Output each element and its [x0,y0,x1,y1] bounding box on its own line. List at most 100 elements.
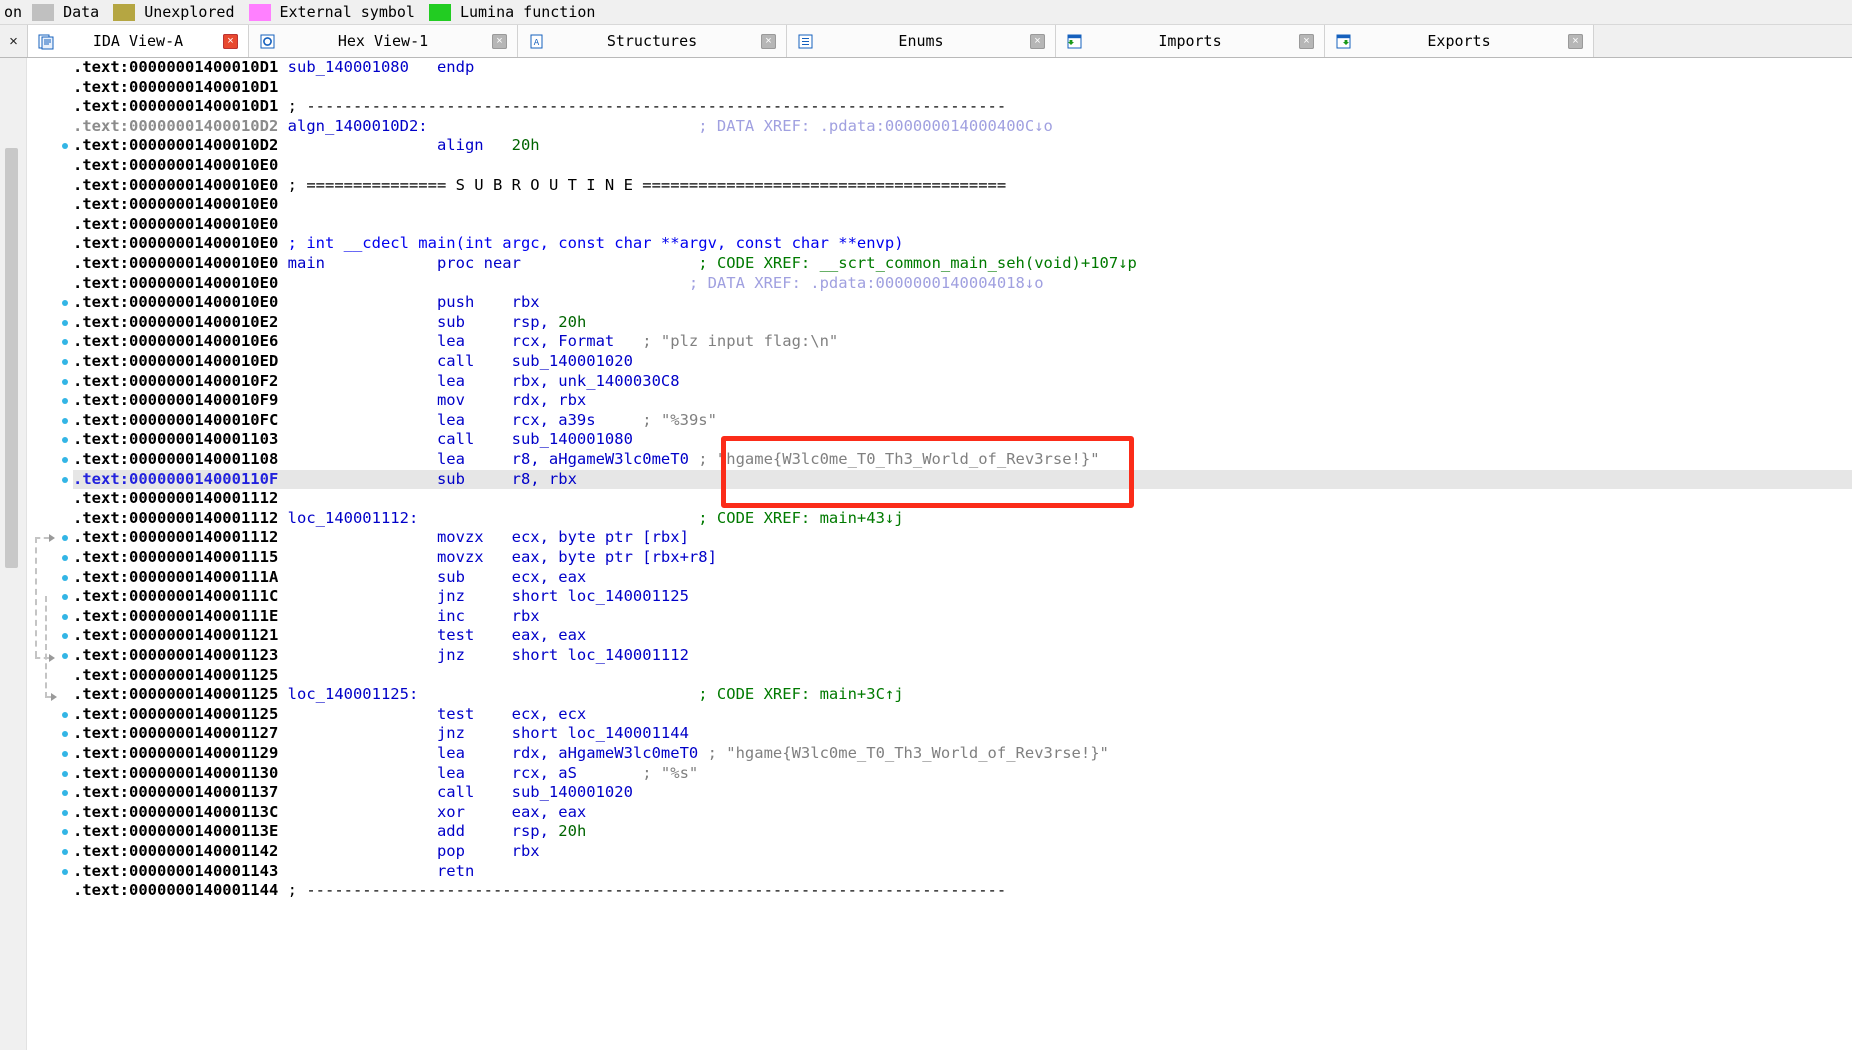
close-all-tabs-button[interactable]: × [0,25,28,57]
imports-icon [1066,33,1083,50]
enums-icon [797,33,814,50]
structures-icon: A [528,33,545,50]
instruction-marker-dot [62,417,68,424]
legend-item-unexplored: Unexplored [113,3,235,21]
disassembly-line[interactable]: .text:00000001400010E0 ; ===============… [73,176,1852,196]
disassembly-line[interactable]: .text:0000000140001112 [73,489,1852,509]
disassembly-line[interactable]: .text:0000000140001103 call sub_14000108… [73,430,1852,450]
disassembly-line[interactable]: .text:0000000140001137 call sub_14000102… [73,783,1852,803]
tab-enums[interactable]: Enums × [787,25,1056,57]
disassembly-line[interactable]: .text:0000000140001125 loc_140001125: ; … [73,685,1852,705]
instruction-marker-dot [62,594,68,601]
instruction-marker-dot [62,849,68,855]
disassembly-line[interactable]: .text:0000000140001130 lea rcx, aS ; "%s… [73,764,1852,784]
close-icon-structures[interactable]: × [761,33,776,49]
legend-label-data: Data [63,3,100,21]
disassembly-line[interactable]: .text:00000001400010D1 [73,78,1852,98]
tab-label-ida-view-a: IDA View-A [92,32,184,50]
color-legend-bar: on Data Unexplored External symbol Lumin… [0,0,1852,25]
flow-arrow-segment [45,596,49,699]
tab-structures[interactable]: A Structures × [518,25,787,57]
disassembly-line[interactable]: .text:0000000140001112 loc_140001112: ; … [73,509,1852,529]
tab-label-structures: Structures [606,32,698,50]
flow-arrow-segment [35,537,39,657]
disassembly-line[interactable]: .text:00000001400010F9 mov rdx, rbx [73,391,1852,411]
disassembly-line[interactable]: .text:0000000140001121 test eax, eax [73,626,1852,646]
disassembly-line[interactable]: .text:00000001400010D1 sub_140001080 end… [73,58,1852,78]
disassembly-line[interactable]: .text:000000014000111C jnz short loc_140… [73,587,1852,607]
disassembly-listing[interactable]: .text:00000001400010D1 sub_140001080 end… [73,58,1852,1050]
disassembly-line[interactable]: .text:00000001400010D2 algn_1400010D2: ;… [73,117,1852,137]
tab-strip: × IDA View-A × Hex View-1 × A Structures… [0,25,1852,58]
instruction-marker-dot [62,457,68,463]
disassembly-line[interactable]: .text:0000000140001123 jnz short loc_140… [73,646,1852,666]
disassembly-line[interactable]: .text:0000000140001129 lea rdx, aHgameW3… [73,744,1852,764]
instruction-marker-dot [62,359,68,365]
disassembly-line[interactable]: .text:0000000140001112 movzx ecx, byte p… [73,528,1852,548]
disassembly-line[interactable]: .text:00000001400010E0 ; DATA XREF: .pda… [73,274,1852,294]
disassembly-line[interactable]: .text:00000001400010F2 lea rbx, unk_1400… [73,372,1852,392]
disassembly-line[interactable]: .text:0000000140001125 [73,666,1852,686]
disassembly-line[interactable]: .text:000000014000111E inc rbx [73,607,1852,627]
disassembly-line[interactable]: .text:000000014000113C xor eax, eax [73,803,1852,823]
disassembly-line[interactable]: .text:00000001400010D1 ; ---------------… [73,97,1852,117]
close-icon-imports[interactable]: × [1299,33,1314,49]
flag-dot-gutter [59,58,73,1050]
instruction-marker-dot [62,731,68,738]
disassembly-line[interactable]: .text:00000001400010E0 [73,195,1852,215]
disassembly-line[interactable]: .text:00000001400010E0 [73,215,1852,235]
disassembly-line[interactable]: .text:000000014000111A sub ecx, eax [73,568,1852,588]
disassembly-line[interactable]: .text:00000001400010E0 main proc near ; … [73,254,1852,274]
disassembly-line[interactable]: .text:00000001400010E0 [73,156,1852,176]
disassembly-line[interactable]: .text:0000000140001144 ; ---------------… [73,881,1852,901]
disassembly-line[interactable]: .text:000000014000113E add rsp, 20h [73,822,1852,842]
legend-label-unexplored: Unexplored [144,3,235,21]
disassembly-line[interactable]: .text:00000001400010E2 sub rsp, 20h [73,313,1852,333]
instruction-marker-dot [62,378,68,385]
disassembly-line[interactable]: .text:0000000140001115 movzx eax, byte p… [73,548,1852,568]
close-icon-ida-view-a[interactable]: × [223,33,238,49]
instruction-marker-dot [62,398,68,405]
tab-label-exports: Exports [1427,32,1491,50]
close-icon-hex-view-1[interactable]: × [492,33,507,49]
vertical-scrollbar[interactable] [0,58,27,1050]
close-icon-exports[interactable]: × [1568,33,1583,49]
legend-label-lumina-function: Lumina function [459,3,596,21]
flow-arrow-head [49,654,55,662]
disassembly-line[interactable]: .text:00000001400010E0 ; int __cdecl mai… [73,234,1852,254]
disassembly-line[interactable]: .text:000000014000110F sub r8, rbx [73,469,1852,490]
disassembly-line[interactable]: .text:00000001400010D2 align 20h [73,136,1852,156]
disassembly-line[interactable]: .text:0000000140001108 lea r8, aHgameW3l… [73,450,1852,470]
disassembly-line[interactable]: .text:00000001400010FC lea rcx, a39s ; "… [73,411,1852,431]
disassembly-line[interactable]: .text:00000001400010ED call sub_14000102… [73,352,1852,372]
instruction-marker-dot [62,319,68,326]
disassembly-line[interactable]: .text:0000000140001143 retn [73,862,1852,882]
flow-arrow-segment [35,537,49,540]
instruction-marker-dot [62,555,68,561]
legend-item-lumina-function: Lumina function [428,3,596,21]
exports-icon [1335,33,1352,50]
tab-imports[interactable]: Imports × [1056,25,1325,57]
disassembly-line[interactable]: .text:00000001400010E6 lea rcx, Format ;… [73,332,1852,352]
tab-label-imports: Imports [1158,32,1222,50]
tab-exports[interactable]: Exports × [1325,25,1594,57]
close-icon-enums[interactable]: × [1030,33,1045,49]
instruction-marker-dot [62,711,68,718]
disassembly-line[interactable]: .text:00000001400010E0 push rbx [73,293,1852,313]
instruction-marker-dot [62,809,68,816]
instruction-marker-dot [62,574,68,581]
legend-label-external-symbol: External symbol [279,3,415,21]
tab-hex-view-1[interactable]: Hex View-1 × [249,25,518,57]
instruction-marker-dot [62,143,68,150]
tab-label-hex-view-1: Hex View-1 [337,32,429,50]
scrollbar-thumb[interactable] [5,148,18,568]
legend-swatch-unexplored [113,3,136,21]
legend-item-external-symbol: External symbol [248,3,415,21]
hex-view-icon [259,33,276,50]
tab-ida-view-a[interactable]: IDA View-A × [28,25,249,57]
instruction-marker-dot [62,339,68,346]
disassembly-line[interactable]: .text:0000000140001142 pop rbx [73,842,1852,862]
disassembly-window: .text:00000001400010D1 sub_140001080 end… [0,58,1852,1050]
disassembly-line[interactable]: .text:0000000140001127 jnz short loc_140… [73,724,1852,744]
disassembly-line[interactable]: .text:0000000140001125 test ecx, ecx [73,705,1852,725]
